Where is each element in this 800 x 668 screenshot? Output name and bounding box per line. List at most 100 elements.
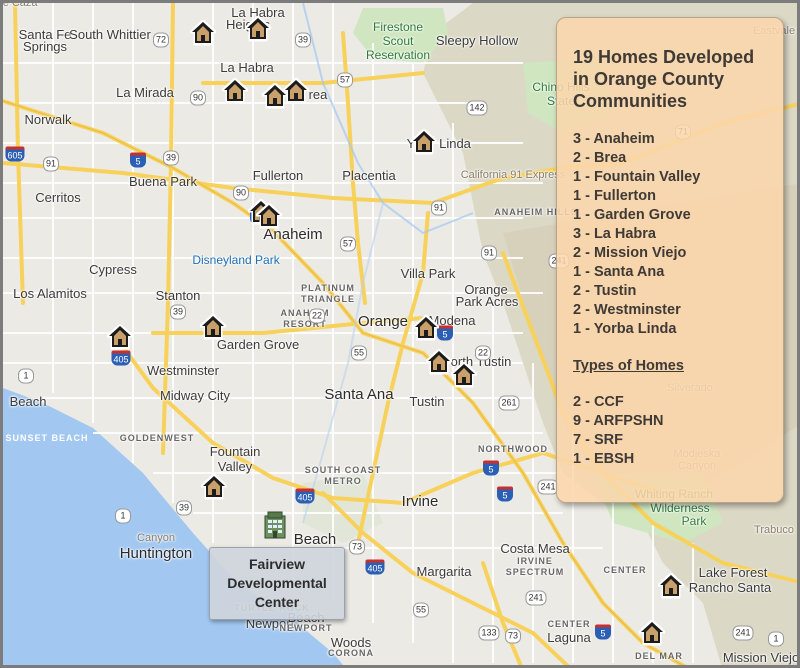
house-marker-icon[interactable] — [450, 361, 478, 388]
house-marker-icon[interactable] — [657, 572, 685, 599]
map-place-label: Cerritos — [35, 190, 81, 205]
map-place-label: Park Acres — [455, 294, 519, 309]
interstate-shield: 405 — [295, 488, 315, 504]
highway-shield: 39 — [175, 500, 193, 516]
house-marker-icon[interactable] — [200, 473, 228, 500]
highway-shield: 22 — [474, 345, 492, 361]
house-marker-icon[interactable] — [425, 348, 453, 375]
highway-shield: 91 — [480, 245, 498, 261]
highway-shield: 241 — [732, 625, 754, 641]
highway-shield: 90 — [232, 185, 250, 201]
community-item: 2 - Brea — [573, 150, 627, 166]
map-place-label: Scout — [382, 34, 414, 48]
map-place-label: Beach — [293, 531, 337, 548]
highway-shield: 142 — [466, 100, 488, 116]
map-place-label: DEL MAR — [635, 651, 683, 661]
map-place-label: Laguna — [547, 630, 591, 645]
map-place-label: Beach — [9, 394, 47, 409]
house-marker-icon[interactable] — [410, 128, 438, 155]
map-place-label: Coto De Caza — [2, 0, 38, 9]
facility-label-line: Center — [254, 594, 300, 610]
map-place-label: Springs — [22, 39, 68, 54]
house-marker-icon[interactable] — [638, 619, 666, 646]
community-list: 3 - Anaheim 2 - Brea 1 - Fountain Valley… — [573, 130, 773, 339]
map-place-label: Linda — [439, 136, 471, 151]
map-place-label: Rancho Santa — [688, 580, 772, 595]
highway-shield: 55 — [350, 345, 368, 361]
map-place-label: Wilderness — [650, 501, 710, 515]
community-item: 1 - Garden Grove — [573, 207, 691, 223]
map-place-label: Sleepy Hollow — [435, 33, 519, 48]
map-place-label: NORTHWOOD — [478, 444, 548, 454]
map-place-label: Firestone — [372, 20, 424, 34]
map-place-label: METRO — [324, 476, 362, 486]
interstate-shield: 405 — [111, 350, 131, 366]
office-building-icon[interactable] — [261, 510, 289, 540]
map-place-label: Orange — [357, 313, 409, 330]
map-place-label: SPECTRUM — [505, 567, 565, 577]
map-place-label: Lake Forest — [698, 565, 768, 580]
map-place-label: Valley — [217, 459, 253, 474]
map-view[interactable]: La HabraHeightsSanta FeSpringsSouth Whit… — [0, 0, 800, 668]
highway-shield: 57 — [336, 72, 354, 88]
house-marker-icon[interactable] — [189, 19, 217, 46]
highway-shield: 241 — [525, 590, 547, 606]
facility-label-line: Developmental — [227, 575, 327, 591]
map-place-label: CENTER — [547, 619, 591, 629]
map-place-label: Tustin — [409, 394, 445, 409]
highway-shield: 133 — [478, 625, 500, 641]
map-place-label: SUNSET BEACH — [5, 433, 89, 443]
house-marker-icon[interactable] — [412, 314, 440, 341]
community-item: 1 - Fountain Valley — [573, 169, 701, 185]
map-place-label: South Whittier — [69, 27, 151, 42]
map-place-label: California 91 Express — [460, 169, 566, 181]
highway-shield: 91 — [42, 156, 60, 172]
community-item: 1 - Santa Ana — [573, 264, 665, 280]
map-place-label: Cypress — [89, 262, 137, 277]
house-marker-icon[interactable] — [282, 77, 310, 104]
community-item: 2 - Tustin — [573, 283, 637, 299]
highway-shield: 90 — [189, 90, 207, 106]
map-place-label: CORONA — [328, 648, 374, 658]
community-item: 2 - Westminster — [573, 302, 681, 318]
map-place-label: Margarita — [416, 564, 472, 579]
community-item: 1 - Yorba Linda — [573, 321, 677, 337]
facility-label-line: Fairview — [248, 556, 306, 572]
house-marker-icon[interactable] — [199, 313, 227, 340]
interstate-shield: 5 — [497, 486, 513, 502]
map-place-label: Anaheim — [263, 226, 323, 243]
map-place-label: rea — [308, 87, 328, 102]
home-type-item: 7 - SRF — [573, 432, 623, 448]
community-item: 2 - Mission Viejo — [573, 245, 687, 261]
house-marker-icon[interactable] — [244, 15, 272, 42]
highway-shield: 1 — [18, 368, 34, 384]
map-place-label: Westminster — [147, 363, 219, 378]
house-marker-icon[interactable] — [255, 202, 283, 229]
home-type-list: 2 - CCF 9 - ARFPSHN 7 - SRF 1 - EBSH — [573, 393, 773, 469]
map-place-label: Park — [681, 514, 707, 528]
map-place-label: Buena Park — [129, 174, 197, 189]
interstate-shield: 5 — [483, 460, 499, 476]
highway-shield: 39 — [162, 150, 180, 166]
map-place-label: Trabuco — [754, 524, 794, 536]
map-place-label: TRIANGLE — [301, 294, 355, 304]
highway-shield: 39 — [294, 32, 312, 48]
house-marker-icon[interactable] — [221, 77, 249, 104]
highway-shield: 73 — [504, 628, 522, 644]
community-item: 1 - Fullerton — [573, 188, 656, 204]
interstate-shield: 5 — [437, 325, 453, 341]
legend-title: 19 Homes Developed in Orange County Comm… — [573, 47, 755, 111]
map-place-label: Placentia — [342, 168, 396, 183]
interstate-shield: 405 — [365, 559, 385, 575]
map-place-label: Disneyland Park — [192, 253, 280, 267]
interstate-shield: 605 — [5, 146, 25, 162]
house-marker-icon[interactable] — [106, 323, 134, 350]
map-place-label: CENTER — [603, 565, 647, 575]
map-place-label: Mission Viejo — [722, 650, 800, 665]
map-place-label: Irvine — [401, 493, 439, 510]
map-place-label: Midway City — [159, 388, 231, 403]
map-place-label: La Mirada — [116, 85, 174, 100]
home-type-item: 2 - CCF — [573, 394, 624, 410]
highway-shield: 73 — [348, 539, 366, 555]
highway-shield: 261 — [498, 395, 520, 411]
